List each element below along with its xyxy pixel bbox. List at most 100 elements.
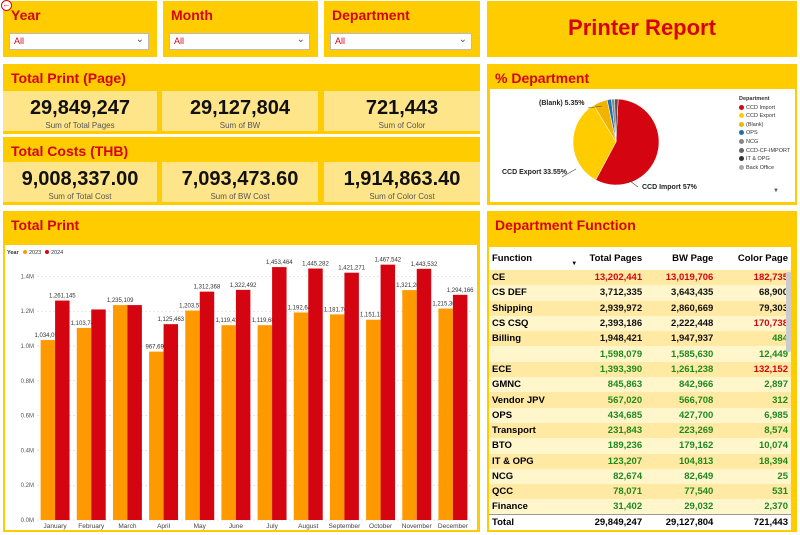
row-bw-page: 842,966: [645, 377, 717, 393]
pie-legend: Department CCD Import CCD Export (Blank) OP…: [739, 96, 790, 173]
table-row[interactable]: QCC 78,071 77,540 531: [489, 484, 791, 500]
col-total-pages[interactable]: Total Pages ▼: [567, 247, 646, 270]
col-color-page[interactable]: Color Page: [716, 247, 791, 270]
data-label: 1,445,282: [302, 262, 329, 268]
kpi-value: 1,914,863.40: [343, 168, 461, 190]
row-function: CS DEF: [489, 285, 568, 301]
row-bw-page: 1,947,937: [645, 331, 717, 347]
bar-2024: [380, 264, 396, 520]
legend-dot-icon: [45, 250, 49, 254]
row-function: OPS: [489, 407, 568, 423]
chevron-down-icon: ⌄: [458, 34, 467, 45]
row-bw-page: 1,585,630: [645, 346, 717, 362]
bar-2024: [308, 268, 323, 520]
bar-2023: [185, 310, 200, 520]
legend-dot-icon: [739, 104, 744, 110]
kpi-value: 29,849,247: [29, 97, 131, 119]
table-row[interactable]: BTO 189,236 179,162 10,074: [489, 438, 791, 454]
x-tick-label: November: [402, 523, 433, 530]
month-dropdown[interactable]: All ⌄: [169, 33, 310, 50]
kpi-total-pages: 29,849,247 Sum of Total Pages: [3, 91, 157, 131]
data-label: 1,261,145: [49, 294, 76, 300]
legend-item[interactable]: OPS: [739, 130, 790, 139]
table-row[interactable]: Billing 1,948,421 1,947,937 484: [489, 331, 791, 347]
department-pie-panel: % Department (Blank) 5.35% CCD Export 33…: [487, 64, 797, 205]
table-row[interactable]: IT & OPG 123,207 104,813 18,394: [489, 453, 791, 469]
col-function[interactable]: Function: [489, 247, 568, 270]
year-dropdown[interactable]: All ⌄: [9, 33, 149, 50]
legend-title: Department: [739, 96, 770, 102]
report-title: Printer Report: [568, 15, 716, 40]
total-row-pages: 29,849,247: [567, 514, 646, 530]
legend-scroll-down-icon[interactable]: ▼: [773, 188, 779, 194]
row-bw-page: 223,269: [645, 422, 717, 439]
bar-2024: [55, 300, 70, 520]
kpi-label: Sum of Color Cost: [369, 192, 435, 201]
legend-dot-icon: [739, 113, 744, 119]
year-filter-title: Year: [11, 7, 41, 23]
total-row-label: Total: [489, 514, 568, 530]
legend-label: CCD Import: [746, 104, 776, 111]
kpi-color-pages: 721,443 Sum of Color: [324, 91, 480, 131]
row-color-page: 10,074: [716, 438, 791, 454]
row-total-pages: 189,236: [567, 438, 646, 454]
bar-2024: [452, 294, 468, 520]
pie-label-ccd-export: CCD Export 33.55%: [502, 169, 567, 176]
total-print-bar-chart[interactable]: Year 2023 2024 0.0M 0.2M 0.4M 0.6M 0.8M 1.0M 1.2M…: [5, 245, 477, 530]
y-tick-label: 1.0M: [21, 344, 34, 350]
row-bw-page: 2,222,448: [645, 315, 717, 332]
legend-item[interactable]: NCG: [739, 139, 790, 148]
table-row[interactable]: NCG 82,674 82,649 25: [489, 468, 791, 485]
row-bw-page: 104,813: [645, 453, 717, 469]
legend-item[interactable]: CCD-CF-IMPORT: [739, 148, 790, 157]
chart-legend-label: 2023: [29, 250, 41, 256]
legend-item[interactable]: IT & OPG: [739, 156, 790, 165]
row-color-page: 531: [716, 484, 791, 500]
kpi-bw-cost: 7,093,473.60 Sum of BW Cost: [162, 162, 318, 202]
bar-2024: [91, 309, 106, 520]
row-total-pages: 1,393,390: [567, 361, 646, 378]
col-bw-page[interactable]: BW Page: [645, 247, 717, 270]
row-color-page: 2,897: [716, 377, 791, 393]
row-color-page: 8,574: [716, 422, 791, 439]
row-color-page: 484: [716, 331, 791, 347]
table-row[interactable]: Vendor JPV 567,020 566,708 312: [489, 392, 791, 408]
table-row[interactable]: Transport 231,843 223,269 8,574: [489, 422, 791, 439]
data-label: 1,421,271: [338, 266, 365, 272]
month-filter-panel: Month All ⌄: [163, 1, 318, 57]
table-row[interactable]: CE 13,202,441 13,019,706 182,735: [489, 270, 791, 286]
legend-item[interactable]: CCD Export: [739, 113, 790, 122]
bar-2024: [416, 268, 432, 520]
legend-dot-icon: [23, 250, 27, 254]
table-row[interactable]: CS DEF 3,712,335 3,643,435 68,900: [489, 285, 791, 301]
legend-dot-icon: [739, 164, 744, 170]
legend-item[interactable]: Back Office: [739, 165, 790, 174]
table-row[interactable]: CS CSQ 2,393,186 2,222,448 170,738: [489, 315, 791, 332]
department-dropdown[interactable]: All ⌄: [330, 33, 472, 50]
row-color-page: 170,738: [716, 315, 791, 332]
kpi-value: 7,093,473.60: [181, 168, 299, 190]
chart-area: Year 2023 2024 0.0M 0.2M 0.4M 0.6M 0.8M 1.0M 1.2M…: [5, 245, 477, 530]
legend-item[interactable]: CCD Import: [739, 105, 790, 114]
kpi-label: Sum of BW: [219, 121, 261, 130]
table-scrollbar[interactable]: [786, 272, 791, 352]
bar-2023: [221, 325, 236, 520]
table-row[interactable]: 1,598,079 1,585,630 12,449: [489, 346, 791, 362]
table-row[interactable]: GMNC 845,863 842,966 2,897: [489, 377, 791, 393]
table-row[interactable]: Shipping 2,939,972 2,860,669 79,303: [489, 300, 791, 316]
kpi-total-cost: 9,008,337.00 Sum of Total Cost: [3, 162, 157, 202]
table-row[interactable]: Finance 31,402 29,032 2,370: [489, 499, 791, 515]
legend-item[interactable]: (Blank): [739, 122, 790, 131]
y-tick-label: 0.4M: [21, 448, 34, 454]
department-filter-panel: Department All ⌄: [324, 1, 480, 57]
legend-label: (Blank): [746, 121, 764, 128]
chart-legend-title: Year: [7, 250, 19, 256]
back-icon[interactable]: ←: [1, 0, 12, 11]
legend-label: Back Office: [746, 164, 775, 171]
kpi-label: Sum of Total Pages: [45, 121, 115, 130]
table-row[interactable]: OPS 434,685 427,700 6,985: [489, 407, 791, 423]
table-row[interactable]: ECE 1,393,390 1,261,238 132,152: [489, 361, 791, 378]
bar-2023: [293, 312, 309, 520]
row-color-page: 182,735: [716, 270, 791, 286]
row-function: ECE: [489, 361, 568, 378]
